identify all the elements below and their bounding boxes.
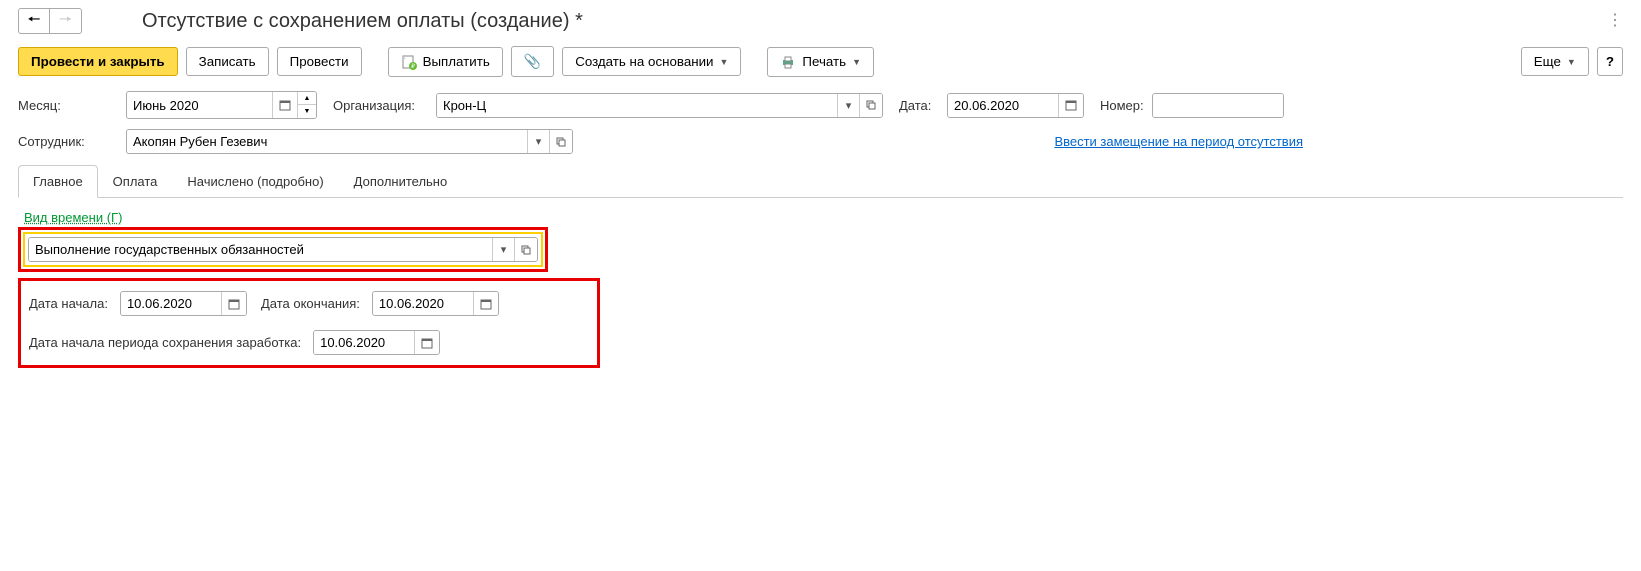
dropdown-icon[interactable]: ▾ [492, 238, 514, 261]
calendar-icon[interactable] [1058, 94, 1083, 117]
printer-icon [780, 54, 796, 70]
create-based-on-button[interactable]: Создать на основании ▼ [562, 47, 741, 76]
more-button-label: Еще [1534, 54, 1561, 69]
page-title: Отсутствие с сохранением оплаты (создани… [142, 10, 583, 33]
print-button-label: Печать [802, 54, 846, 69]
date-field [947, 93, 1084, 118]
highlight-box-1: ▾ [18, 227, 548, 272]
month-field: ▲ ▼ [126, 91, 317, 119]
highlight-box-2: Дата начала: Дата окончания: Дата начала… [18, 278, 600, 368]
org-input[interactable] [437, 94, 837, 117]
calendar-icon[interactable] [272, 92, 297, 118]
pay-icon: ₽ [401, 54, 417, 70]
employee-field: ▾ [126, 129, 573, 154]
forward-button[interactable]: 🠖 [50, 8, 82, 34]
row-1: Месяц: ▲ ▼ Организация: ▾ Дата: [18, 91, 1623, 119]
attach-button[interactable]: 📎 [511, 46, 554, 77]
date-label: Дата: [899, 98, 939, 113]
tab-additional[interactable]: Дополнительно [339, 165, 463, 198]
end-date-label: Дата окончания: [261, 296, 360, 311]
time-type-field: ▾ [28, 237, 538, 262]
pay-button-label: Выплатить [423, 54, 490, 69]
form-area: Месяц: ▲ ▼ Организация: ▾ Дата: [0, 87, 1641, 380]
month-spinner: ▲ ▼ [297, 92, 316, 118]
salary-period-row: Дата начала периода сохранения заработка… [29, 330, 589, 355]
post-and-close-button[interactable]: Провести и закрыть [18, 47, 178, 76]
number-label: Номер: [1100, 98, 1144, 113]
number-input[interactable] [1153, 94, 1283, 117]
number-field [1152, 93, 1284, 118]
print-button[interactable]: Печать ▼ [767, 47, 874, 77]
tab-payment[interactable]: Оплата [98, 165, 173, 198]
chevron-down-icon: ▼ [852, 57, 861, 67]
tab-accrued[interactable]: Начислено (подробно) [172, 165, 338, 198]
highlight-box-inner: ▾ [23, 232, 543, 267]
calendar-icon[interactable] [221, 292, 246, 315]
spinner-down[interactable]: ▼ [298, 105, 316, 118]
create-based-on-label: Создать на основании [575, 54, 713, 69]
main-tab-content: Вид времени (Г) ▾ Дата начала: [18, 198, 1623, 376]
menu-icon[interactable]: ⋮ [1607, 10, 1623, 30]
date-input[interactable] [948, 94, 1058, 117]
svg-text:₽: ₽ [411, 63, 415, 70]
start-date-field [120, 291, 247, 316]
open-icon[interactable] [549, 130, 572, 153]
employee-label: Сотрудник: [18, 134, 118, 149]
start-date-input[interactable] [121, 292, 221, 315]
employee-input[interactable] [127, 130, 527, 153]
org-label: Организация: [333, 98, 428, 113]
spinner-up[interactable]: ▲ [298, 92, 316, 105]
date-row: Дата начала: Дата окончания: [29, 291, 589, 316]
end-date-input[interactable] [373, 292, 473, 315]
pay-button[interactable]: ₽ Выплатить [388, 47, 503, 77]
time-type-input[interactable] [29, 238, 492, 261]
calendar-icon[interactable] [414, 331, 439, 354]
calendar-icon[interactable] [473, 292, 498, 315]
write-button[interactable]: Записать [186, 47, 269, 76]
month-label: Месяц: [18, 98, 118, 113]
row-2: Сотрудник: ▾ Ввести замещение на период … [18, 129, 1623, 154]
paperclip-icon: 📎 [524, 53, 541, 70]
start-date-label: Дата начала: [29, 296, 108, 311]
salary-period-input[interactable] [314, 331, 414, 354]
salary-period-field [313, 330, 440, 355]
tabs: Главное Оплата Начислено (подробно) Допо… [18, 164, 1623, 198]
end-date-field [372, 291, 499, 316]
salary-period-label: Дата начала периода сохранения заработка… [29, 335, 301, 350]
org-field: ▾ [436, 93, 883, 118]
toolbar: Провести и закрыть Записать Провести ₽ В… [0, 42, 1641, 87]
month-input[interactable] [127, 92, 272, 118]
dropdown-icon[interactable]: ▾ [837, 94, 859, 117]
time-type-label[interactable]: Вид времени (Г) [24, 210, 122, 225]
dropdown-icon[interactable]: ▾ [527, 130, 549, 153]
title-bar: 🠔 🠖 Отсутствие с сохранением оплаты (соз… [0, 0, 1641, 42]
open-icon[interactable] [514, 238, 537, 261]
more-button[interactable]: Еще ▼ [1521, 47, 1589, 76]
back-button[interactable]: 🠔 [18, 8, 50, 34]
help-button[interactable]: ? [1597, 47, 1623, 76]
chevron-down-icon: ▼ [719, 57, 728, 67]
substitution-link[interactable]: Ввести замещение на период отсутствия [1054, 134, 1303, 149]
tab-main[interactable]: Главное [18, 165, 98, 198]
open-icon[interactable] [859, 94, 882, 117]
post-button[interactable]: Провести [277, 47, 362, 76]
chevron-down-icon: ▼ [1567, 57, 1576, 67]
